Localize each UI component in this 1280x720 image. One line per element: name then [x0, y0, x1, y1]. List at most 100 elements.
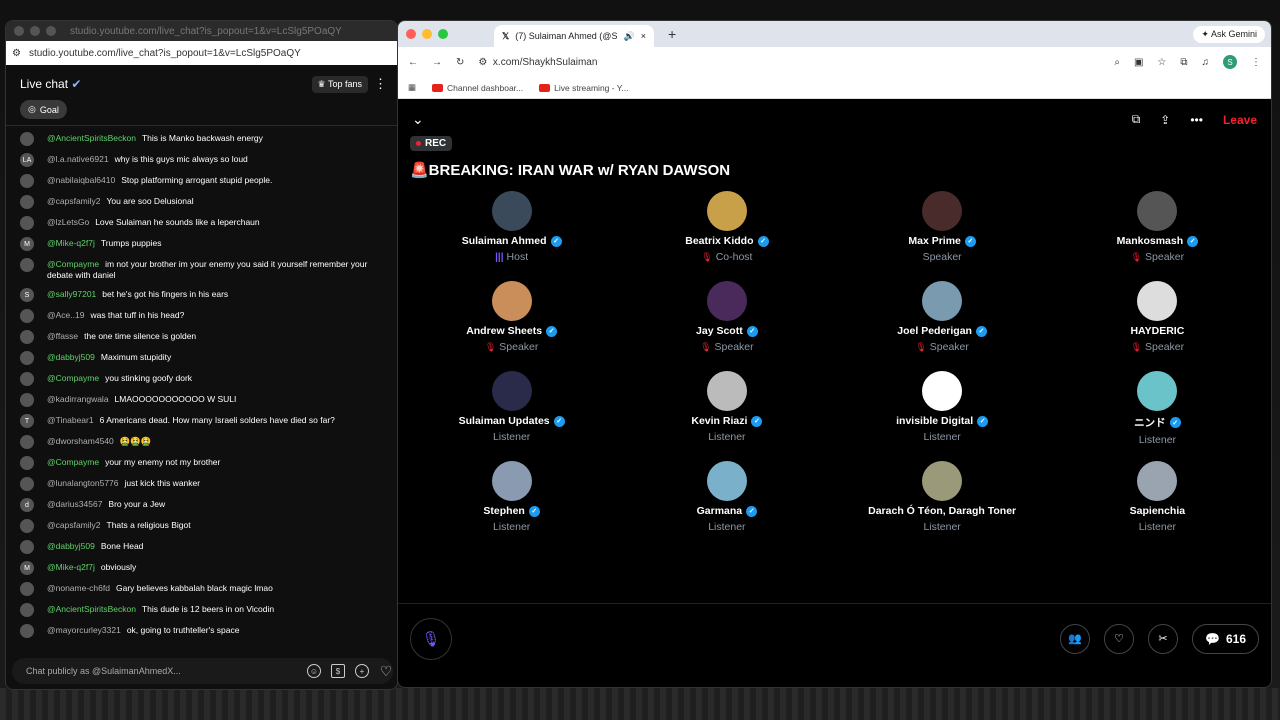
participant[interactable]: invisible Digital ✓ Listener [835, 371, 1050, 457]
participant-avatar[interactable] [491, 461, 532, 501]
participant[interactable]: Darach Ó Téon, Daragh Toner Listener [835, 461, 1050, 547]
participant[interactable]: Stephen ✓ Listener [404, 461, 619, 547]
chat-username[interactable]: @sally97201 [47, 289, 96, 299]
participant[interactable]: Sulaiman Updates ✓ Listener [404, 371, 619, 457]
chat-message[interactable]: @AncientSpiritsBeckon This dude is 12 bee… [6, 599, 397, 620]
participant[interactable]: Sulaiman Ahmed ✓ ||| Host [404, 191, 619, 277]
zoom-dot[interactable] [438, 29, 448, 39]
bookmark-item[interactable]: Live streaming - Y... [539, 83, 628, 93]
participant-avatar[interactable] [922, 461, 963, 501]
chat-message[interactable]: S @sally97201 bet he's got his fingers in … [6, 284, 397, 305]
avatar[interactable] [20, 393, 34, 407]
participant-avatar[interactable] [1137, 371, 1178, 411]
forward-icon[interactable]: → [432, 57, 442, 68]
chat-message[interactable]: @Compayme im not your brother im your ene… [6, 254, 397, 284]
bookmark-star-icon[interactable]: ☆ [1157, 57, 1166, 68]
avatar[interactable]: T [20, 414, 34, 428]
participant[interactable]: Garmana ✓ Listener [619, 461, 834, 547]
participant[interactable]: Max Prime ✓ Speaker [835, 191, 1050, 277]
leave-button[interactable]: Leave [1223, 113, 1257, 127]
participant-avatar[interactable] [706, 461, 747, 501]
avatar[interactable] [20, 174, 34, 188]
participant-avatar[interactable] [706, 191, 747, 231]
chat-message[interactable]: @lzLetsGo Love Sulaiman he sounds like a … [6, 212, 397, 233]
chat-message[interactable]: @Ace..19 was that tuff in his head? [6, 305, 397, 326]
zoom-dot[interactable] [46, 26, 56, 36]
chat-message[interactable]: @capsfamily2 You are soo Delusional [6, 191, 397, 212]
chat-message[interactable]: @Compayme you stinking goofy dork [6, 368, 397, 389]
chat-username[interactable]: @Compayme [47, 457, 99, 467]
participant[interactable]: Kevin Riazi ✓ Listener [619, 371, 834, 457]
apps-grid-icon[interactable]: ▦ [408, 82, 416, 93]
chat-message[interactable]: LA @l.a.native6921 why is this guys mic al… [6, 149, 397, 170]
back-icon[interactable]: ← [408, 57, 418, 68]
tab-close-icon[interactable]: × [641, 31, 646, 41]
chat-message[interactable]: @Compayme your my enemy not my brother [6, 452, 397, 473]
avatar[interactable] [20, 195, 34, 209]
participant-avatar[interactable] [491, 371, 532, 411]
comments-button[interactable]: 💬 616 [1192, 623, 1259, 654]
chat-message[interactable]: @capsfamily2 Thats a religious Bigot [6, 515, 397, 536]
chat-username[interactable]: @dabbyj509 [47, 352, 95, 362]
avatar[interactable] [20, 351, 34, 365]
chat-message[interactable]: M @Mike-q2f7j obviously [6, 557, 397, 578]
participant[interactable]: Jay Scott ✓ 🎙 Speaker [619, 281, 834, 367]
share-icon[interactable]: ⇪ [1160, 113, 1170, 127]
chat-username[interactable]: @Mike-q2f7j [47, 238, 95, 248]
participant-avatar[interactable] [1137, 191, 1178, 231]
avatar[interactable]: M [20, 561, 34, 575]
close-dot[interactable] [14, 26, 24, 36]
chat-username[interactable]: @dabbyj509 [47, 541, 95, 551]
react-button[interactable]: ♡ [1104, 623, 1135, 654]
avatar[interactable] [20, 477, 34, 491]
chat-message[interactable]: @dabbyj509 Maximum stupidity [6, 347, 397, 368]
new-tab-button[interactable]: + [668, 26, 676, 42]
participant[interactable]: Andrew Sheets ✓ 🎙 Speaker [404, 281, 619, 367]
ask-gemini-button[interactable]: ✦ Ask Gemini [1193, 25, 1265, 43]
avatar[interactable] [20, 372, 34, 386]
participant[interactable]: ニンド ✓ Listener [1050, 371, 1265, 457]
participant-avatar[interactable] [706, 281, 747, 321]
microphone-button[interactable]: 🎙 [410, 617, 452, 660]
chat-username[interactable]: @dworsham4540 [47, 436, 114, 446]
menu-icon[interactable]: ⋮ [1251, 57, 1261, 68]
emoji-icon[interactable]: ☺ [307, 664, 321, 678]
avatar[interactable] [20, 216, 34, 230]
chat-message[interactable]: M @Mike-q2f7j Trumps puppies [6, 233, 397, 254]
chat-username[interactable]: @capsfamily2 [47, 520, 101, 530]
avatar[interactable]: M [20, 237, 34, 251]
avatar[interactable] [20, 519, 34, 533]
participant-avatar[interactable] [922, 191, 963, 231]
goal-button[interactable]: ◎ Goal [20, 100, 67, 119]
participant-avatar[interactable] [922, 281, 963, 321]
participant-avatar[interactable] [1137, 461, 1178, 501]
heart-icon[interactable]: ♡ [379, 663, 393, 679]
chat-message[interactable]: @noname-ch6fd Gary believes kabbalah blac… [6, 578, 397, 599]
participant[interactable]: Beatrix Kiddo ✓ 🎙 Co-host [619, 191, 834, 277]
add-icon[interactable]: + [355, 664, 369, 678]
avatar[interactable] [20, 603, 34, 617]
avatar[interactable] [20, 624, 34, 638]
participant-avatar[interactable] [491, 281, 532, 321]
chat-username[interactable]: @Compayme [47, 373, 99, 383]
participant-avatar[interactable] [491, 191, 532, 231]
more-icon[interactable]: ••• [1190, 113, 1203, 127]
avatar[interactable]: d [20, 498, 34, 512]
chat-username[interactable]: @lunalangton5776 [47, 478, 119, 488]
chat-username[interactable]: @Tinabear1 [47, 415, 94, 425]
chat-username[interactable]: @ffasse [47, 331, 78, 341]
clip-button[interactable]: ✂ [1148, 623, 1179, 654]
participant-avatar[interactable] [1137, 281, 1178, 321]
chat-message[interactable]: @nabilaiqbal6410 Stop platforming arrogan… [6, 170, 397, 191]
chat-message[interactable]: @lunalangton5776 just kick this wanker [6, 473, 397, 494]
chat-username[interactable]: @darius34567 [47, 499, 102, 509]
browser-tab[interactable]: 𝕏 (7) Sulaiman Ahmed (@S 🔊 × [494, 25, 654, 47]
chat-username[interactable]: @Ace..19 [47, 310, 84, 320]
minimize-dot[interactable] [422, 29, 432, 39]
avatar[interactable] [20, 309, 34, 323]
chat-username[interactable]: @Mike-q2f7j [47, 562, 95, 572]
participant[interactable]: Joel Pederigan ✓ 🎙 Speaker [835, 281, 1050, 367]
bookmark-item[interactable]: Channel dashboar... [432, 83, 523, 93]
reload-icon[interactable]: ↻ [456, 57, 464, 68]
minimize-dot[interactable] [30, 26, 40, 36]
